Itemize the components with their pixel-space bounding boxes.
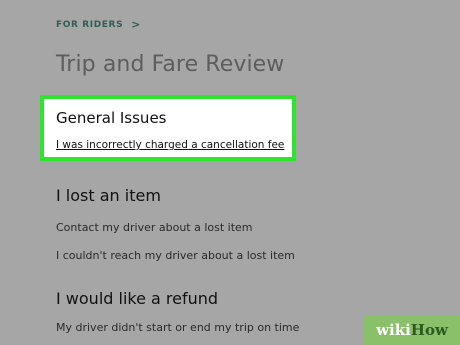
cancellation-fee-link[interactable]: I was incorrectly charged a cancellation… [56, 139, 284, 151]
page-title: Trip and Fare Review [56, 52, 285, 77]
general-issues-section: General Issues I was incorrectly charged… [40, 95, 296, 161]
wikihow-watermark: wiki How [364, 315, 460, 345]
breadcrumb[interactable]: FOR RIDERS > [56, 19, 141, 30]
watermark-how: How [410, 321, 448, 339]
contact-driver-lost-item-link[interactable]: Contact my driver about a lost item [56, 221, 253, 234]
trip-timing-link[interactable]: My driver didn't start or end my trip on… [56, 321, 299, 334]
watermark-wiki: wiki [376, 321, 411, 339]
general-issues-heading: General Issues [56, 109, 167, 127]
lost-item-heading: I lost an item [56, 186, 161, 205]
couldnt-reach-driver-link[interactable]: I couldn't reach my driver about a lost … [56, 249, 295, 262]
chevron-right-icon: > [131, 18, 141, 31]
refund-heading: I would like a refund [56, 289, 219, 308]
breadcrumb-for-riders[interactable]: FOR RIDERS [56, 20, 123, 30]
